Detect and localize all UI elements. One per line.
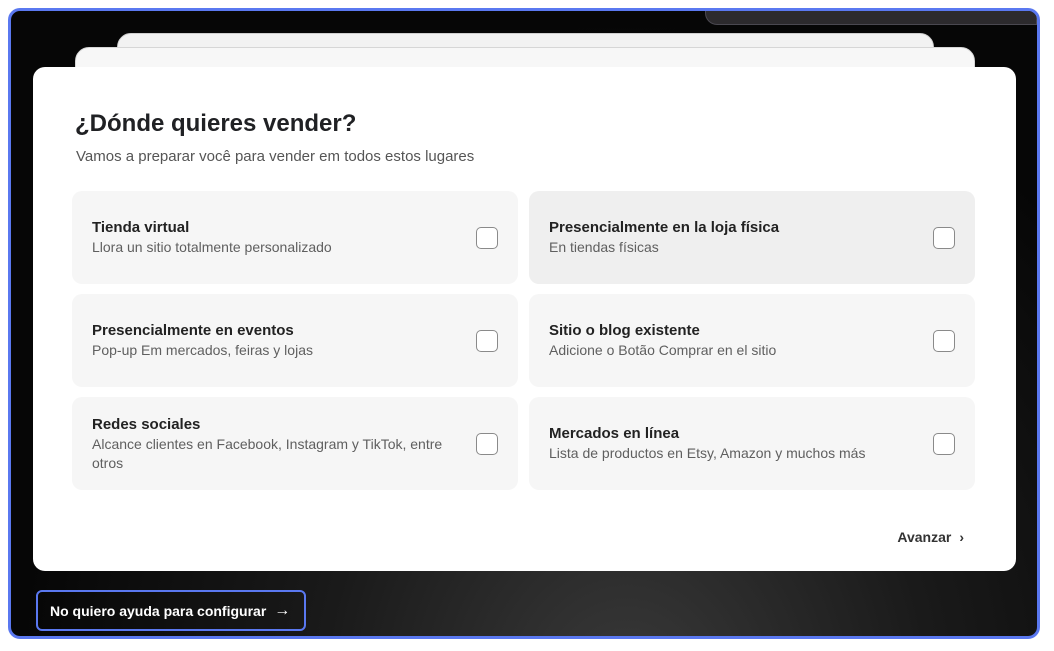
app-frame: ¿Dónde quieres vender? Vamos a preparar … <box>8 8 1040 639</box>
option-existing-site[interactable]: Sitio o blog existente Adicione o Botão … <box>529 294 975 387</box>
option-checkbox[interactable] <box>476 329 498 352</box>
page-subtitle: Vamos a preparar você para vender em tod… <box>76 148 475 165</box>
option-title: Mercados en línea <box>549 425 680 442</box>
page-title: ¿Dónde quieres vender? <box>75 110 357 137</box>
option-description: Alcance clientes en Facebook, Instagram … <box>92 435 443 471</box>
option-description: Lista de productos en Etsy, Amazon y muc… <box>549 445 866 461</box>
option-description: En tiendas físicas <box>549 239 659 255</box>
option-description: Adicione o Botão Comprar en el sitio <box>549 342 777 358</box>
option-checkbox[interactable] <box>933 432 955 455</box>
chevron-right-icon: › <box>959 529 964 545</box>
option-description: Pop-up Em mercados, feiras y lojas <box>92 342 313 358</box>
option-title: Presencialmente en eventos <box>92 322 294 339</box>
sales-channel-options: Tienda virtual Llora un sitio totalmente… <box>72 191 976 490</box>
option-title: Sitio o blog existente <box>549 322 700 339</box>
arrow-right-icon: → <box>274 601 291 619</box>
option-title: Tienda virtual <box>92 219 190 236</box>
option-checkbox[interactable] <box>933 226 955 249</box>
option-online-store[interactable]: Tienda virtual Llora un sitio totalmente… <box>72 191 518 284</box>
option-checkbox[interactable] <box>476 226 498 249</box>
option-social-media[interactable]: Redes sociales Alcance clientes en Faceb… <box>72 397 518 490</box>
option-physical-store[interactable]: Presencialmente en la loja física En tie… <box>529 191 975 284</box>
option-events[interactable]: Presencialmente en eventos Pop-up Em mer… <box>72 294 518 387</box>
option-checkbox[interactable] <box>933 329 955 352</box>
skip-setup-button[interactable]: No quiero ayuda para configurar → <box>36 590 306 631</box>
option-description: Llora un sitio totalmente personalizado <box>92 239 332 255</box>
background-panel <box>705 11 1037 25</box>
option-checkbox[interactable] <box>476 432 498 455</box>
option-marketplaces[interactable]: Mercados en línea Lista de productos en … <box>529 397 975 490</box>
skip-label: No quiero ayuda para configurar <box>50 602 267 619</box>
onboarding-card: ¿Dónde quieres vender? Vamos a preparar … <box>33 67 1016 571</box>
next-button[interactable]: Avanzar › <box>897 529 964 545</box>
next-label: Avanzar <box>897 529 952 545</box>
option-title: Redes sociales <box>92 415 201 433</box>
option-title: Presencialmente en la loja física <box>549 219 780 236</box>
